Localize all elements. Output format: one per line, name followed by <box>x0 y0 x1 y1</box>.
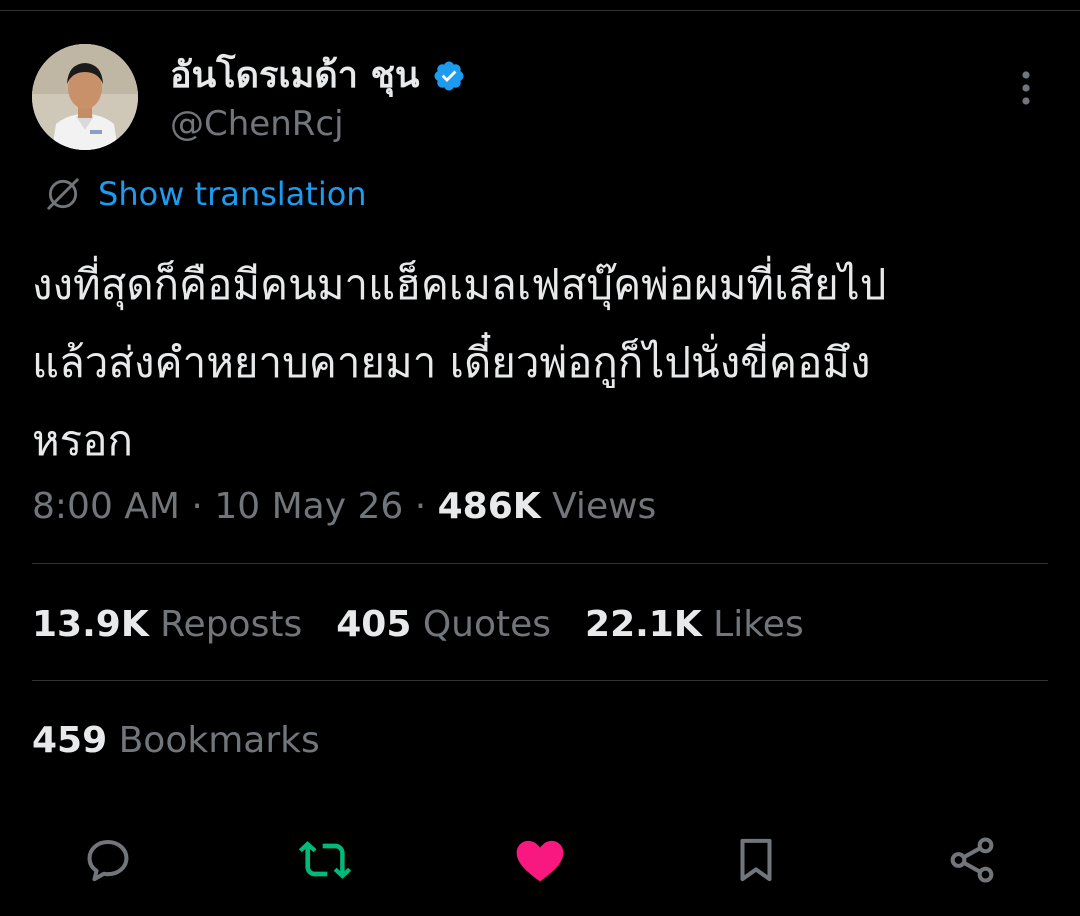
quotes-label: Quotes <box>411 604 552 645</box>
views-label: Views <box>540 486 657 527</box>
bookmarks-count: 459 <box>32 720 108 761</box>
globe-slash-icon <box>47 178 79 210</box>
quotes-count: 405 <box>336 604 412 645</box>
heart-icon <box>516 840 564 882</box>
show-translation-label: Show translation <box>98 175 367 213</box>
action-bar <box>0 828 1080 892</box>
show-translation-link[interactable]: Show translation <box>44 174 367 214</box>
tweet-text: งงที่สุดก็คือมีคนมาแฮ็คเมลเฟสบุ๊คพ่อผมที… <box>32 260 887 465</box>
more-vertical-icon <box>1022 71 1030 105</box>
display-name[interactable]: อันโดรเมด้า ชุน <box>170 54 420 98</box>
top-divider <box>0 10 1080 11</box>
verified-badge-icon <box>432 59 466 93</box>
repost-button[interactable] <box>293 828 357 892</box>
avatar-photo <box>32 44 138 150</box>
meta-separator: · <box>403 486 438 527</box>
user-handle[interactable]: @ChenRcj <box>170 102 344 146</box>
like-button[interactable] <box>508 828 572 892</box>
more-options-button[interactable] <box>1006 68 1046 108</box>
avatar[interactable] <box>32 44 138 150</box>
likes-count: 22.1K <box>585 604 702 645</box>
share-icon <box>950 837 994 883</box>
name-row: อันโดรเมด้า ชุน <box>170 54 466 98</box>
divider <box>32 680 1048 681</box>
tweet-header: อันโดรเมด้า ชุน @ChenRcj <box>32 44 1048 154</box>
reposts-label: Reposts <box>148 604 303 645</box>
bookmarks-stat[interactable]: 459 Bookmarks <box>32 718 320 764</box>
bookmark-button[interactable] <box>724 828 788 892</box>
quotes-stat[interactable]: 405 Quotes <box>336 602 551 648</box>
share-button[interactable] <box>940 828 1004 892</box>
reposts-stat[interactable]: 13.9K Reposts <box>32 602 302 648</box>
bookmarks-label: Bookmarks <box>107 720 320 761</box>
tweet-date[interactable]: 10 May 26 <box>214 486 403 527</box>
likes-label: Likes <box>701 604 804 645</box>
views-count: 486K <box>437 486 541 527</box>
repost-icon <box>298 841 352 879</box>
likes-stat[interactable]: 22.1K Likes <box>585 602 804 648</box>
meta-separator: · <box>179 486 215 527</box>
bookmark-icon <box>740 838 772 882</box>
reply-button[interactable] <box>76 828 140 892</box>
tweet-meta: 8:00 AM · 10 May 26 · 486K Views <box>32 484 656 530</box>
reposts-count: 13.9K <box>32 604 149 645</box>
engagement-stats: 13.9K Reposts 405 Quotes 22.1K Likes <box>32 602 838 648</box>
reply-bubble-icon <box>87 839 129 882</box>
tweet-time[interactable]: 8:00 AM <box>32 486 180 527</box>
divider <box>32 563 1048 564</box>
